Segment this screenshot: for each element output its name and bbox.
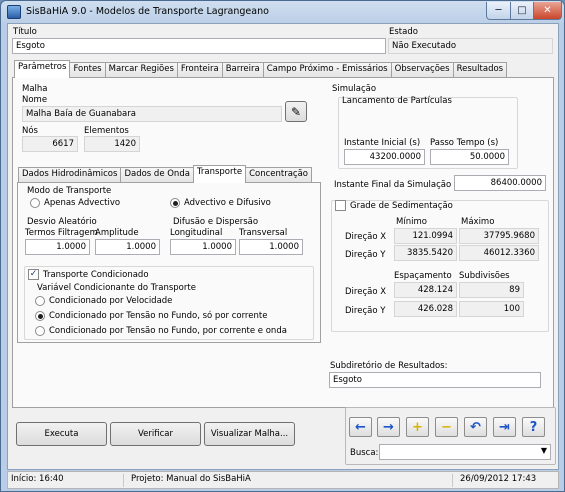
window-title: SisBaHiA 9.0 - Modelos de Transporte Lag… — [26, 6, 269, 17]
elementos-field: 1420 — [84, 136, 140, 152]
radio-apenas-advectivo[interactable]: Apenas Advectivo — [30, 198, 120, 208]
maximize-button[interactable]: □ — [510, 2, 534, 20]
remove-icon[interactable]: − — [435, 417, 458, 437]
subdiretorio-input[interactable]: Esgoto — [329, 372, 541, 388]
passo-tempo-label: Passo Tempo (s) — [430, 138, 499, 148]
nos-label: Nós — [22, 126, 38, 136]
malha-group-label: Malha — [22, 84, 48, 94]
passo-tempo-input[interactable]: 50.0000 — [430, 149, 509, 165]
executa-button[interactable]: Executa — [16, 422, 107, 446]
longitudinal-input[interactable]: 1.0000 — [170, 239, 236, 255]
edit-malha-button[interactable]: ✎ — [285, 101, 307, 122]
espacamento-x-field: 428.124 — [394, 282, 457, 298]
add-icon[interactable]: + — [406, 417, 429, 437]
maximo-label: Máximo — [461, 217, 495, 227]
amplitude-label: Amplitude — [95, 228, 139, 238]
espacamento-label: Espaçamento — [394, 271, 452, 281]
desvio-aleatorio-label: Desvio Aleatório — [27, 217, 97, 227]
title-bar: SisBaHiA 9.0 - Modelos de Transporte Lag… — [1, 1, 564, 23]
status-datetime: 26/09/2012 17:43 — [460, 474, 537, 484]
elementos-label: Elementos — [84, 126, 129, 136]
instante-final-input[interactable]: 86400.0000 — [454, 175, 546, 191]
status-projeto: Projeto: Manual do SisBaHiA — [128, 474, 453, 487]
verificar-button[interactable]: Verificar — [110, 422, 201, 446]
grade-direcao-y-label: Direção Y — [345, 250, 386, 260]
subdivisoes-label: Subdivisões — [459, 271, 510, 281]
lancamento-particulas-label: Lancamento de Partículas — [342, 96, 452, 106]
simulacao-label: Simulação — [332, 84, 377, 94]
grade-max-y-field: 46012.3360 — [459, 245, 539, 261]
tab-resultados[interactable]: Resultados — [452, 62, 508, 78]
app-icon — [7, 5, 21, 19]
grade-direcao-x-label: Direção X — [345, 232, 387, 242]
pencil-icon: ✎ — [290, 104, 302, 119]
subdivisoes-x-field: 89 — [459, 282, 524, 298]
tab-parametros[interactable]: Parâmetros — [14, 60, 71, 78]
termos-filtragem-label: Termos Filtragem — [25, 228, 98, 238]
transporte-condicionado-checkbox[interactable]: ✓ Transporte Condicionado — [28, 269, 149, 280]
radio-cond-tensao-corrente[interactable]: Condicionado por Tensão no Fundo, só por… — [35, 311, 267, 321]
checkmark-icon: ✓ — [28, 269, 39, 280]
titulo-label: Título — [13, 27, 37, 37]
status-bar: Início: 16:40 Projeto: Manual do SisBaHi… — [7, 471, 559, 489]
transversal-label: Transversal — [239, 228, 288, 238]
radio-cond-velocidade[interactable]: Condicionado por Velocidade — [35, 296, 172, 306]
tab-marcar-regioes[interactable]: Marcar Regiões — [104, 62, 178, 78]
malha-nome-label: Nome — [22, 95, 48, 105]
sub-tabs: Dados Hidrodinâmicos Dados de Onda Trans… — [18, 165, 312, 183]
amplitude-input[interactable]: 1.0000 — [95, 239, 160, 255]
tab-concentracao[interactable]: Concentração — [245, 167, 312, 183]
close-button[interactable]: ✕ — [533, 2, 562, 20]
titulo-input[interactable]: Esgoto — [12, 38, 386, 54]
instante-inicial-input[interactable]: 43200.0000 — [344, 149, 425, 165]
previous-arrow-icon[interactable]: ← — [349, 417, 372, 437]
transversal-input[interactable]: 1.0000 — [239, 239, 303, 255]
app-window: SisBaHiA 9.0 - Modelos de Transporte Lag… — [0, 0, 565, 492]
undo-icon[interactable]: ↶ — [464, 417, 487, 437]
subdivisoes-y-field: 100 — [459, 301, 524, 317]
busca-label: Busca: — [350, 448, 379, 458]
radio-cond-tensao-corrente-onda[interactable]: Condicionado por Tensão no Fundo, por co… — [35, 326, 287, 336]
variavel-condicionante-label: Variável Condicionante do Transporte — [37, 283, 196, 293]
tab-dados-de-onda[interactable]: Dados de Onda — [120, 167, 194, 183]
esp-direcao-y-label: Direção Y — [345, 306, 386, 316]
radio-advectivo-difusivo[interactable]: Advectivo e Difusivo — [170, 198, 271, 208]
grade-min-y-field: 3835.5420 — [394, 245, 457, 261]
status-inicio: Início: 16:40 — [8, 474, 124, 487]
grade-sedimentacao-checkbox[interactable]: Grade de Sedimentação — [335, 200, 453, 211]
tab-fontes[interactable]: Fontes — [69, 62, 106, 78]
subdiretorio-label: Subdiretório de Resultados: — [330, 361, 448, 371]
longitudinal-label: Longitudinal — [170, 228, 223, 238]
grade-min-x-field: 121.0994 — [394, 228, 457, 244]
help-icon[interactable]: ? — [522, 417, 545, 437]
exit-door-icon[interactable]: ⇥ — [493, 417, 516, 437]
next-arrow-icon[interactable]: → — [377, 417, 400, 437]
minimize-button[interactable]: ─ — [486, 2, 511, 20]
tab-fronteira[interactable]: Fronteira — [176, 62, 223, 78]
espacamento-y-field: 426.028 — [394, 301, 457, 317]
tab-transporte[interactable]: Transporte — [192, 165, 247, 183]
tab-campo-proximo[interactable]: Campo Próximo - Emissários — [262, 62, 392, 78]
tab-dados-hidrodinamicos[interactable]: Dados Hidrodinâmicos — [18, 167, 122, 183]
esp-direcao-x-label: Direção X — [345, 287, 387, 297]
difusao-dispersao-label: Difusão e Dispersão — [173, 217, 259, 227]
dropdown-arrow-icon[interactable]: ▼ — [541, 446, 547, 455]
instante-inicial-label: Instante Inicial (s) — [344, 138, 421, 148]
estado-field: Não Executado — [388, 38, 553, 54]
estado-label: Estado — [389, 27, 418, 37]
malha-nome-field: Malha Baía de Guanabara — [22, 106, 282, 122]
nos-field: 6617 — [22, 136, 78, 152]
modo-transporte-label: Modo de Transporte — [27, 186, 112, 196]
grade-max-x-field: 37795.9680 — [459, 228, 539, 244]
tab-barreira[interactable]: Barreira — [221, 62, 264, 78]
busca-combobox[interactable]: ▼ — [379, 444, 551, 460]
main-tabs: Parâmetros Fontes Marcar Regiões Frontei… — [14, 60, 508, 78]
minimo-label: Mínimo — [396, 217, 427, 227]
termos-filtragem-input[interactable]: 1.0000 — [25, 239, 90, 255]
instante-final-label: Instante Final da Simulação (s): — [334, 180, 468, 190]
client-area: Título Esgoto Estado Não Executado Parâm… — [7, 23, 559, 470]
tab-observacoes[interactable]: Observações — [390, 62, 454, 78]
visualizar-malha-button[interactable]: Visualizar Malha... — [204, 422, 295, 446]
